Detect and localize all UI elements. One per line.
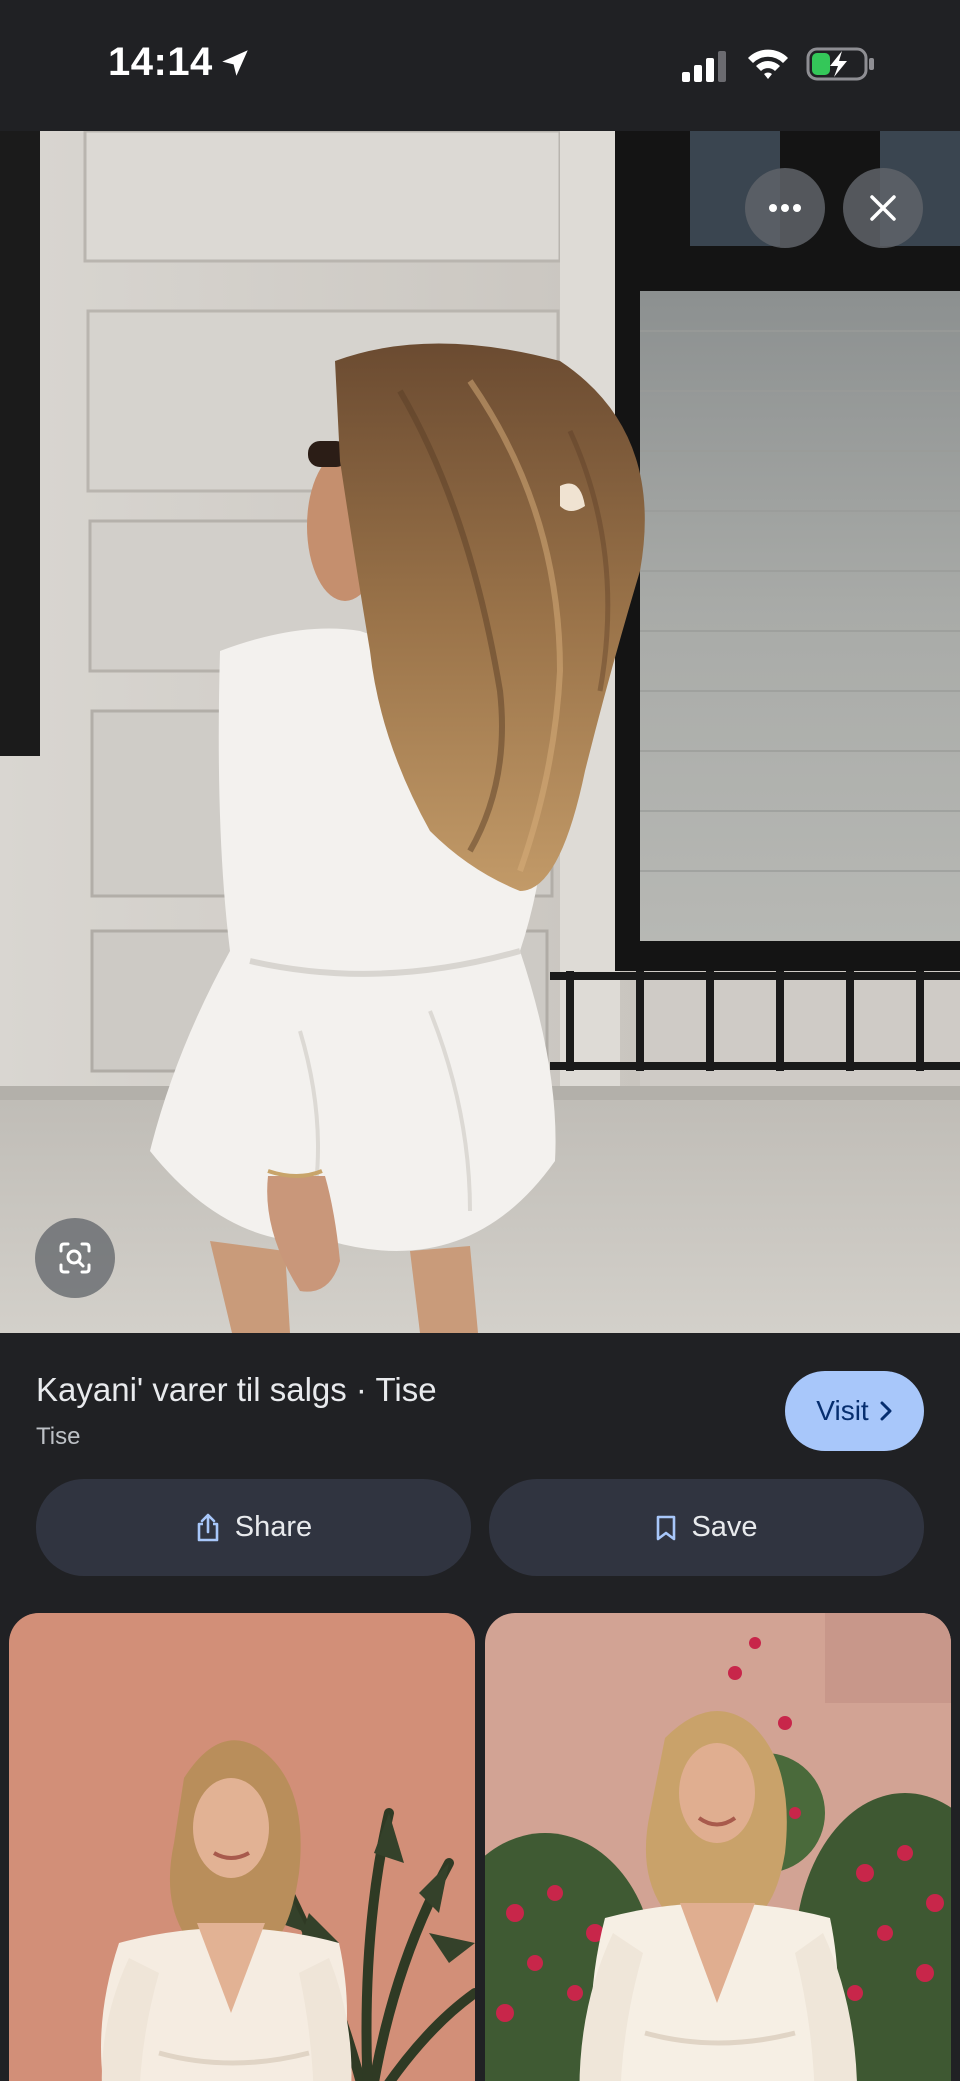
related-image-1[interactable] [9, 1613, 475, 2081]
close-icon [870, 195, 896, 221]
save-button[interactable]: Save [489, 1479, 924, 1576]
related-photo-1 [9, 1613, 475, 2081]
visit-label: Visit [816, 1395, 869, 1426]
close-button[interactable] [843, 168, 923, 248]
battery-charging-icon [806, 47, 874, 81]
result-source: Tise [36, 1423, 81, 1450]
more-horizontal-icon [769, 204, 801, 212]
result-info: Kayani' varer til salgs · Tise Tise Visi… [0, 1333, 960, 1613]
status-bar: 14:14 [0, 0, 960, 131]
main-image[interactable] [0, 131, 960, 1333]
fashion-photo [0, 131, 960, 1333]
lens-search-icon [59, 1242, 91, 1274]
location-arrow-icon [222, 50, 248, 76]
wifi-icon [748, 49, 788, 79]
share-button[interactable]: Share [36, 1479, 471, 1576]
lens-search-button[interactable] [35, 1218, 115, 1298]
cellular-signal-icon [682, 51, 726, 82]
more-options-button[interactable] [745, 168, 825, 248]
bookmark-icon [657, 1515, 676, 1540]
related-images-grid [0, 1613, 960, 2081]
share-icon [197, 1513, 219, 1541]
share-label: Share [234, 1511, 313, 1543]
chevron-right-icon [880, 1401, 892, 1421]
related-photo-2 [485, 1613, 951, 2081]
related-image-2[interactable] [485, 1613, 951, 2081]
result-title[interactable]: Kayani' varer til salgs · Tise [36, 1371, 437, 1409]
visit-button[interactable]: Visit [785, 1371, 924, 1451]
save-label: Save [691, 1511, 758, 1543]
status-time: 14:14 [108, 40, 213, 84]
